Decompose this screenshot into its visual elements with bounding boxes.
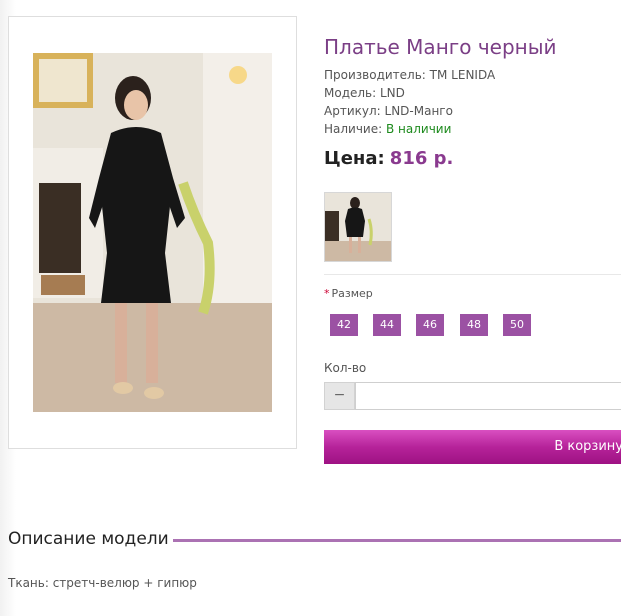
product-photo-image (33, 53, 272, 412)
product-thumbnail[interactable] (324, 192, 392, 262)
size-option-44[interactable]: 44 (373, 314, 401, 336)
price-label: Цена: (324, 148, 385, 169)
quantity-label: Кол-во (324, 361, 367, 375)
spec-sku-value: LND-Манго (384, 104, 453, 118)
size-option-46[interactable]: 46 (416, 314, 444, 336)
product-main-photo[interactable] (33, 53, 272, 412)
description-divider-line (173, 539, 621, 542)
spec-model-value: LND (380, 86, 405, 100)
quantity-input[interactable] (355, 382, 621, 410)
spec-availability-label: Наличие: (324, 122, 383, 136)
price-row: Цена: 816 р. (324, 148, 453, 169)
spec-manufacturer: Производитель: TM LENIDA (324, 68, 495, 82)
description-text: Ткань: стретч-велюр + гипюр (8, 576, 197, 590)
price-value: 816 р. (389, 148, 454, 169)
add-to-cart-label: В корзину (554, 439, 621, 454)
add-to-cart-button[interactable]: В корзину (324, 430, 621, 464)
size-option-42[interactable]: 42 (330, 314, 358, 336)
description-heading: Описание модели (8, 529, 169, 549)
spec-availability: Наличие: В наличии (324, 122, 451, 136)
spec-sku: Артикул: LND-Манго (324, 104, 453, 118)
required-mark: * (324, 287, 330, 300)
spec-model: Модель: LND (324, 86, 405, 100)
thumbnail-image (325, 193, 391, 261)
product-image-frame (8, 16, 297, 449)
availability-status: В наличии (386, 122, 452, 136)
spec-manufacturer-value: TM LENIDA (429, 68, 496, 82)
size-label-text: Размер (331, 287, 373, 300)
spec-sku-label: Артикул: (324, 104, 381, 118)
size-option-label: * Размер (324, 287, 373, 300)
options-divider (324, 274, 621, 275)
quantity-minus-button[interactable]: − (324, 382, 355, 410)
product-title: Платье Манго черный (324, 35, 557, 59)
size-option-50[interactable]: 50 (503, 314, 531, 336)
spec-model-label: Модель: (324, 86, 377, 100)
size-option-48[interactable]: 48 (460, 314, 488, 336)
spec-manufacturer-label: Производитель: (324, 68, 426, 82)
